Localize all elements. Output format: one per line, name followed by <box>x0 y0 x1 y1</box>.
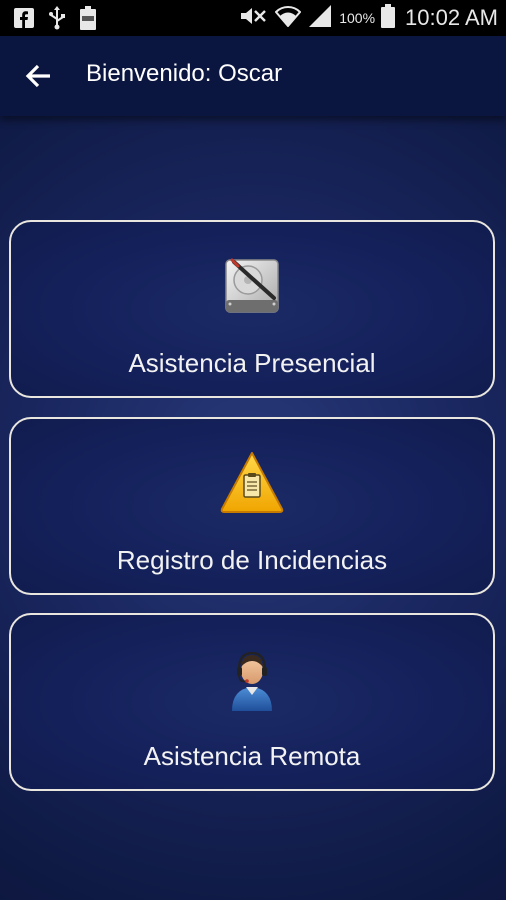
wifi-icon <box>274 5 302 32</box>
menu-item-asistencia-remota[interactable]: Asistencia Remota <box>9 613 495 791</box>
menu-item-label: Registro de Incidencias <box>116 545 388 575</box>
status-bar-right: 100% 10:02 AM <box>239 0 498 36</box>
clock: 10:02 AM <box>405 5 498 30</box>
battery-icon <box>381 3 396 33</box>
menu-item-registro-incidencias[interactable]: Registro de Incidencias <box>9 417 495 595</box>
menu-item-asistencia-presencial[interactable]: Asistencia Presencial <box>9 220 495 398</box>
app-bar: Bienvenido: Oscar <box>0 36 506 116</box>
support-agent-icon <box>218 645 286 713</box>
status-bar-left <box>14 6 96 35</box>
battery-full-icon <box>80 6 96 35</box>
status-bar: 100% 10:02 AM <box>0 0 506 36</box>
arrow-left-icon <box>20 64 56 98</box>
back-button[interactable] <box>20 58 56 94</box>
usb-icon <box>48 6 66 35</box>
hard-drive-tools-icon <box>218 252 286 320</box>
mute-icon <box>239 5 269 32</box>
signal-icon <box>307 4 333 32</box>
menu-item-label: Asistencia Presencial <box>128 348 376 378</box>
battery-percentage: 100% <box>339 10 376 26</box>
warning-clipboard-icon <box>218 449 286 517</box>
facebook-icon <box>14 8 34 33</box>
page-title: Bienvenido: Oscar <box>86 60 283 87</box>
menu-item-label: Asistencia Remota <box>143 741 361 771</box>
